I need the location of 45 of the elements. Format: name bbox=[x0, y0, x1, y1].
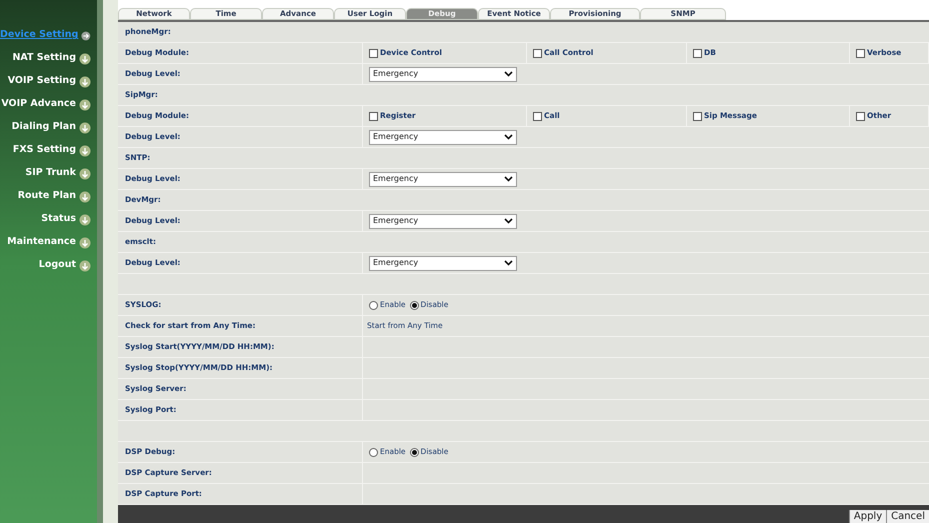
checkbox[interactable] bbox=[533, 48, 542, 58]
arrow-down-icon bbox=[79, 260, 91, 272]
sidebar-link[interactable]: Logout bbox=[38, 258, 76, 273]
checkbox[interactable] bbox=[856, 112, 865, 120]
sidebar-link[interactable]: VOIP Setting bbox=[8, 74, 76, 89]
radio-button[interactable] bbox=[369, 448, 378, 456]
button[interactable]: Cancel bbox=[886, 510, 929, 523]
sidebar-link[interactable]: SIP Trunk bbox=[25, 166, 76, 181]
checkbox[interactable] bbox=[693, 112, 702, 120]
arrow-down-icon bbox=[79, 236, 91, 248]
dropdown[interactable]: Emergency bbox=[369, 256, 517, 270]
chevron-down-icon bbox=[504, 176, 513, 182]
sidebar-link[interactable]: Status bbox=[41, 212, 76, 227]
checkbox[interactable] bbox=[856, 48, 865, 58]
dropdown[interactable]: Emergency bbox=[369, 214, 517, 228]
arrow-down-icon bbox=[79, 214, 91, 226]
chevron-down-icon bbox=[504, 218, 513, 224]
arrow-down-icon bbox=[79, 52, 91, 64]
checkbox[interactable] bbox=[369, 112, 378, 120]
dropdown[interactable]: Emergency bbox=[369, 130, 517, 144]
radio-button[interactable] bbox=[410, 300, 419, 310]
arrow-down-icon bbox=[79, 190, 91, 202]
chevron-down-icon bbox=[504, 71, 513, 77]
arrow-down-icon bbox=[79, 144, 91, 156]
checkbox[interactable] bbox=[693, 48, 702, 58]
arrow-down-icon bbox=[79, 168, 91, 180]
sidebar-link[interactable]: FXS Setting bbox=[12, 143, 76, 158]
dropdown[interactable]: Emergency bbox=[369, 172, 517, 186]
sidebar-link[interactable]: Route Plan bbox=[18, 189, 76, 204]
dropdown[interactable]: Emergency bbox=[369, 66, 517, 82]
arrow-down-icon bbox=[79, 122, 91, 134]
chevron-down-icon bbox=[504, 134, 513, 140]
checkbox[interactable] bbox=[533, 112, 542, 120]
button[interactable]: Apply bbox=[848, 510, 886, 523]
sidebar-link[interactable]: NAT Setting bbox=[12, 51, 76, 66]
arrow-right-icon bbox=[81, 30, 91, 42]
sidebar-link[interactable]: Maintenance bbox=[7, 235, 76, 250]
sidebar-link[interactable]: VOIP Advance bbox=[1, 97, 76, 112]
arrow-down-icon bbox=[79, 76, 91, 88]
checkbox[interactable] bbox=[369, 48, 378, 58]
arrow-down-icon bbox=[79, 98, 91, 110]
radio-button[interactable] bbox=[369, 300, 378, 310]
chevron-down-icon bbox=[504, 260, 513, 266]
sidebar-link[interactable]: Dialing Plan bbox=[12, 120, 76, 135]
radio-button[interactable] bbox=[410, 448, 419, 456]
